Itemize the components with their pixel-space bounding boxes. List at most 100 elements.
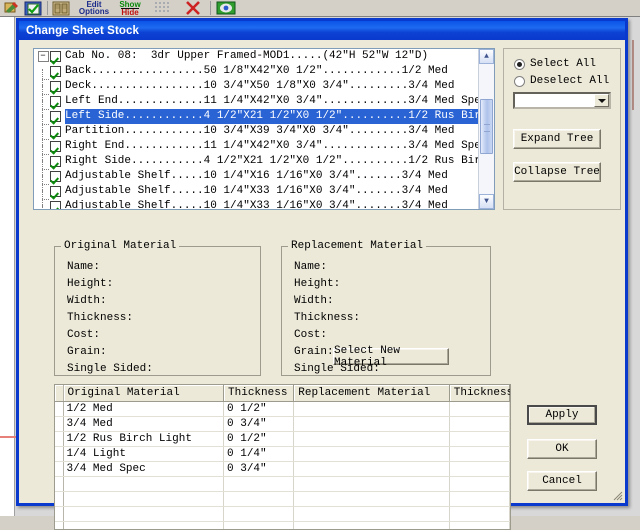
table-cell[interactable] <box>294 432 450 447</box>
radio-select-all[interactable]: Select All <box>514 58 596 70</box>
cabinet-front-icon[interactable] <box>50 0 72 16</box>
collapse-tree-button[interactable]: Collapse Tree <box>513 162 601 182</box>
scroll-down-icon[interactable]: ▼ <box>479 194 494 209</box>
table-cell[interactable] <box>63 522 224 530</box>
table-cell[interactable]: 1/4 Light <box>63 447 224 462</box>
tree-item-checkbox[interactable] <box>50 141 61 152</box>
table-row-gutter[interactable] <box>55 462 63 477</box>
tree-item[interactable]: Deck.................10 3/4"X50 1/8"X0 3… <box>34 79 479 94</box>
table-cell[interactable] <box>224 522 294 530</box>
material-combo-box[interactable] <box>513 92 611 109</box>
dot-grid-icon[interactable] <box>150 0 176 16</box>
cancel-button[interactable]: Cancel <box>527 471 597 491</box>
scroll-up-icon[interactable]: ▲ <box>479 49 494 64</box>
table-cell[interactable] <box>294 507 450 522</box>
table-cell[interactable] <box>449 477 509 492</box>
tree-item[interactable]: Right Side...........4 1/2"X21 1/2"X0 1/… <box>34 154 479 169</box>
table-cell[interactable]: 3/4 Med <box>63 417 224 432</box>
parts-tree[interactable]: − Cab No. 08: 3dr Upper Framed-MOD1.....… <box>33 48 495 210</box>
table-cell[interactable] <box>449 432 509 447</box>
table-cell[interactable]: 0 1/4" <box>224 447 294 462</box>
table-cell[interactable] <box>449 402 509 417</box>
table-row-gutter[interactable] <box>55 417 63 432</box>
table-cell[interactable] <box>224 477 294 492</box>
table-cell[interactable] <box>294 462 450 477</box>
table-cell[interactable] <box>224 507 294 522</box>
table-row[interactable]: 3/4 Med Spec0 3/4" <box>55 462 510 477</box>
tree-root-checkbox[interactable] <box>50 51 61 62</box>
radio-deselect-all[interactable]: Deselect All <box>514 75 609 87</box>
table-cell[interactable] <box>294 447 450 462</box>
dialog-titlebar[interactable]: Change Sheet Stock <box>19 21 625 40</box>
table-row[interactable]: 1/2 Rus Birch Light0 1/2" <box>55 432 510 447</box>
tree-expander[interactable]: − <box>36 51 50 62</box>
tree-item[interactable]: Back.................50 1/8"X42"X0 1/2".… <box>34 64 479 79</box>
column-header-original-material[interactable]: Original Material <box>63 385 224 402</box>
column-header-thickness-replacement[interactable]: Thickness <box>449 385 509 402</box>
table-row-gutter[interactable] <box>55 447 63 462</box>
table-cell[interactable] <box>294 402 450 417</box>
red-x-icon[interactable] <box>180 0 206 16</box>
tree-item-checkbox[interactable] <box>50 201 61 209</box>
table-cell[interactable]: 1/2 Rus Birch Light <box>63 432 224 447</box>
table-cell[interactable] <box>449 462 509 477</box>
tree-item-checkbox[interactable] <box>50 171 61 182</box>
ok-button[interactable]: OK <box>527 439 597 459</box>
table-cell[interactable]: 3/4 Med Spec <box>63 462 224 477</box>
approve-green-icon[interactable] <box>22 0 44 16</box>
edit-options-icon[interactable]: Edit Options <box>76 0 112 16</box>
tree-item[interactable]: Left End.............11 1/4"X42"X0 3/4".… <box>34 94 479 109</box>
table-cell[interactable] <box>449 522 509 530</box>
tree-vertical-scrollbar[interactable]: ▲ ▼ <box>478 49 494 209</box>
table-row-gutter[interactable] <box>55 507 63 522</box>
table-cell[interactable] <box>63 507 224 522</box>
show-hide-icon[interactable]: Show Hide <box>114 0 146 16</box>
tree-item[interactable]: Left Side............4 1/2"X21 1/2"X0 1/… <box>34 109 479 124</box>
table-cell[interactable]: 0 1/2" <box>224 432 294 447</box>
column-header-thickness-original[interactable]: Thickness <box>224 385 294 402</box>
table-row[interactable] <box>55 507 510 522</box>
tree-item[interactable]: Adjustable Shelf.....10 1/4"X16 1/16"X0 … <box>34 169 479 184</box>
radio-deselect-all-indicator[interactable] <box>514 76 525 87</box>
application-toolbar[interactable]: Edit Options Show Hide <box>0 0 640 17</box>
tree-root-node[interactable]: − Cab No. 08: 3dr Upper Framed-MOD1.....… <box>34 49 479 64</box>
table-cell[interactable] <box>63 492 224 507</box>
table-cell[interactable] <box>63 477 224 492</box>
radio-select-all-indicator[interactable] <box>514 59 525 70</box>
table-row-gutter[interactable] <box>55 402 63 417</box>
table-cell[interactable] <box>449 492 509 507</box>
collapse-icon[interactable]: − <box>38 51 49 62</box>
tree-item[interactable]: Right End............11 1/4"X42"X0 3/4".… <box>34 139 479 154</box>
scrollbar-thumb[interactable] <box>480 99 493 154</box>
green-view-icon[interactable] <box>214 0 238 16</box>
table-row-gutter[interactable] <box>55 522 63 530</box>
table-row[interactable]: 1/4 Light0 1/4" <box>55 447 510 462</box>
table-row-gutter[interactable] <box>55 432 63 447</box>
table-cell[interactable] <box>294 492 450 507</box>
table-cell[interactable] <box>294 477 450 492</box>
resize-grip-icon[interactable] <box>611 489 623 501</box>
table-cell[interactable] <box>224 492 294 507</box>
table-row[interactable] <box>55 477 510 492</box>
tree-item[interactable]: Partition............10 3/4"X39 3/4"X0 3… <box>34 124 479 139</box>
tree-item[interactable]: Adjustable Shelf.....10 1/4"X33 1/16"X0 … <box>34 184 479 199</box>
tree-item-checkbox[interactable] <box>50 81 61 92</box>
table-cell[interactable] <box>449 417 509 432</box>
table-cell[interactable] <box>294 417 450 432</box>
tree-item-checkbox[interactable] <box>50 126 61 137</box>
edit-small-icon[interactable] <box>2 0 20 16</box>
tree-item-checkbox[interactable] <box>50 66 61 77</box>
chevron-down-icon[interactable] <box>594 94 609 107</box>
apply-button[interactable]: Apply <box>527 405 597 425</box>
table-cell[interactable]: 0 1/2" <box>224 402 294 417</box>
select-new-material-button[interactable]: Select New Material <box>333 348 449 365</box>
tree-item-checkbox[interactable] <box>50 111 61 122</box>
column-header-replacement-material[interactable]: Replacement Material <box>294 385 450 402</box>
table-row[interactable]: 1/2 Med0 1/2" <box>55 402 510 417</box>
tree-item-checkbox[interactable] <box>50 186 61 197</box>
table-cell[interactable]: 0 3/4" <box>224 462 294 477</box>
material-mapping-table[interactable]: Original Material Thickness Replacement … <box>54 384 511 530</box>
table-cell[interactable]: 0 3/4" <box>224 417 294 432</box>
table-cell[interactable] <box>449 507 509 522</box>
table-cell[interactable] <box>294 522 450 530</box>
